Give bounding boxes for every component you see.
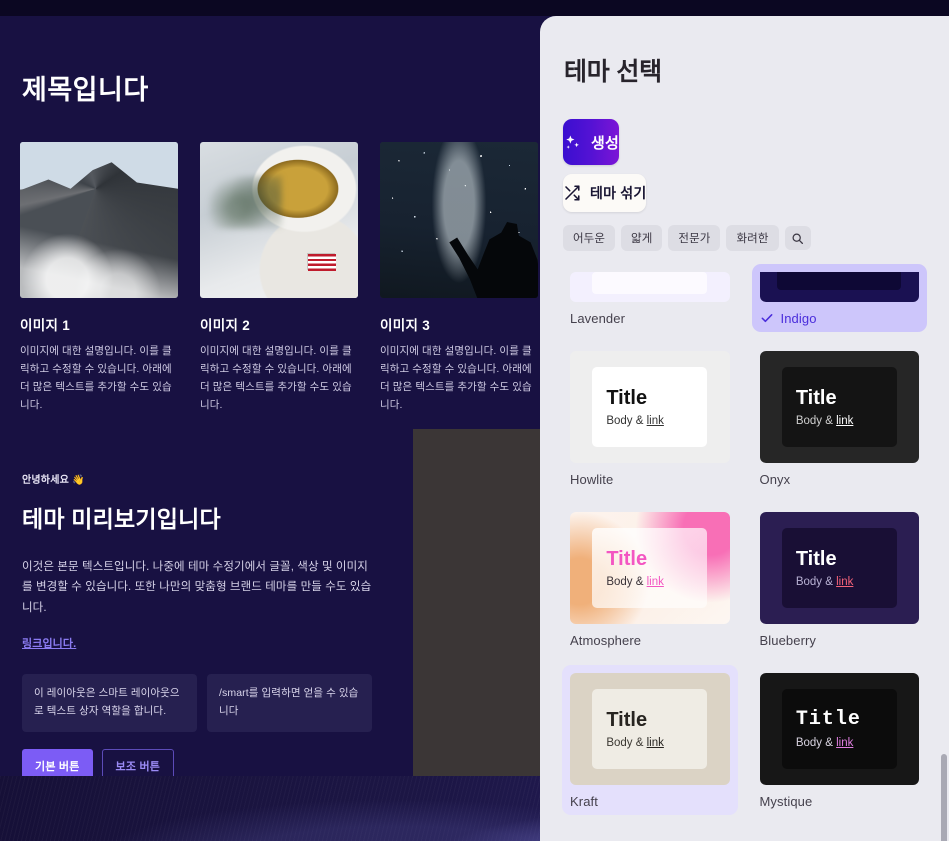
generate-button-label: 생성 <box>591 134 620 152</box>
swatch-link[interactable]: link <box>647 576 664 588</box>
swatch-title: Title <box>795 548 837 570</box>
smart-layout-box[interactable]: 이 레이아웃은 스마트 레이아웃으로 텍스트 상자 역할을 합니다. <box>22 674 197 732</box>
secondary-button[interactable]: 보조 버튼 <box>101 748 175 776</box>
theme-swatch: Title Body & link <box>570 351 730 463</box>
generate-button[interactable]: 생성 <box>563 119 620 165</box>
smart-layout-box[interactable]: /smart를 입력하면 얻을 수 있습니다 <box>207 674 372 732</box>
image-card-row: 이미지 1 이미지에 대한 설명입니다. 이를 클릭하고 수정할 수 있습니다.… <box>20 142 538 414</box>
preview-link[interactable]: 링크입니다. <box>22 635 76 651</box>
swatch-title: Title <box>795 708 861 731</box>
sparkles-icon <box>566 134 579 149</box>
theme-swatch: Title Body & link <box>570 673 730 785</box>
preview-button-row: 기본 버튼 보조 버튼 <box>22 748 372 776</box>
preview-body[interactable]: 이것은 본문 텍스트입니다. 나중에 테마 수정기에서 글꼴, 색상 및 이미지… <box>22 557 372 618</box>
shuffle-theme-button-label: 테마 섞기 <box>590 185 647 201</box>
theme-grid-scrollbar[interactable] <box>941 264 948 841</box>
preview-heading[interactable]: 테마 미리보기입니다 <box>22 500 372 534</box>
theme-card-onyx[interactable]: Title Body & link Onyx <box>752 343 928 493</box>
swatch-title: Title <box>795 387 837 409</box>
theme-swatch: Title Body & link <box>759 673 919 785</box>
theme-swatch: Title Body & link <box>570 512 730 624</box>
filter-chip-colorful[interactable]: 화려한 <box>726 225 779 251</box>
card-image[interactable] <box>20 142 178 298</box>
swatch-body: Body & <box>795 737 837 749</box>
theme-card-howlite[interactable]: Title Body & link Howlite <box>562 343 738 493</box>
theme-card-label: Onyx <box>759 471 791 487</box>
theme-card-label: Lavender <box>570 310 626 326</box>
theme-card-label: Mystique <box>759 793 813 809</box>
image-card[interactable]: 이미지 2 이미지에 대한 설명입니다. 이를 클릭하고 수정할 수 있습니다.… <box>200 142 358 414</box>
stargazer-photo <box>380 142 538 298</box>
card-body[interactable]: 이미지에 대한 설명입니다. 이를 클릭하고 수정할 수 있습니다. 아래에 더… <box>20 342 178 414</box>
shuffle-theme-button[interactable]: 테마 섞기 <box>563 174 647 212</box>
app-root: 제목입니다 이미지 1 이미지에 대한 설명입니다. 이를 클릭하고 수정할 수… <box>0 0 949 841</box>
mountain-photo <box>20 142 178 298</box>
theme-card-label-selected: Indigo <box>760 309 920 327</box>
swatch-link[interactable]: link <box>647 737 664 749</box>
theme-card-atmosphere[interactable]: Title Body & link Atmosphere <box>562 504 738 654</box>
image-card[interactable]: 이미지 3 이미지에 대한 설명입니다. 이를 클릭하고 수정할 수 있습니다.… <box>380 142 538 414</box>
swatch-title: Title <box>606 387 648 409</box>
card-heading[interactable]: 이미지 1 <box>20 314 178 334</box>
astronaut-photo <box>200 142 358 298</box>
card-heading[interactable]: 이미지 2 <box>200 314 358 334</box>
image-card[interactable]: 이미지 1 이미지에 대한 설명입니다. 이를 클릭하고 수정할 수 있습니다.… <box>20 142 178 414</box>
card-heading[interactable]: 이미지 3 <box>380 314 538 334</box>
theme-card-mystique[interactable]: Title Body & link Mystique <box>752 665 928 815</box>
theme-grid-scroll-area[interactable]: Lavender Indigo Title Body & link Howlit… <box>540 264 949 841</box>
theme-card-label: Atmosphere <box>570 632 642 648</box>
primary-button[interactable]: 기본 버튼 <box>22 748 93 776</box>
page-title[interactable]: 제목입니다 <box>22 68 149 107</box>
swatch-title: Title <box>606 548 648 570</box>
swatch-body: Body & <box>606 576 647 588</box>
smart-layout-row: 이 레이아웃은 스마트 레이아웃으로 텍스트 상자 역할을 합니다. /smar… <box>22 674 372 732</box>
swatch-link[interactable]: link <box>836 415 853 427</box>
shuffle-icon <box>565 185 580 201</box>
card-image[interactable] <box>200 142 358 298</box>
theme-card-label: Indigo <box>780 310 817 326</box>
theme-card-label: Kraft <box>570 793 598 809</box>
theme-card-lavender[interactable]: Lavender <box>562 264 738 332</box>
filter-chip-light[interactable]: 얇게 <box>621 225 663 251</box>
search-icon <box>792 232 804 244</box>
swatch-body: Body & <box>795 415 837 427</box>
theme-swatch: Title Body & link <box>759 512 919 624</box>
theme-card-indigo[interactable]: Indigo <box>751 264 927 332</box>
theme-card-kraft[interactable]: Title Body & link Kraft <box>562 665 738 815</box>
preview-eyebrow[interactable]: 안녕하세요 👋 <box>22 471 372 486</box>
theme-preview-text-column: 안녕하세요 👋 테마 미리보기입니다 이것은 본문 텍스트입니다. 나중에 테마… <box>22 471 372 776</box>
swatch-link[interactable]: link <box>647 415 664 427</box>
swatch-body: Body & <box>795 576 837 588</box>
swatch-body: Body & <box>606 737 647 749</box>
theme-swatch <box>759 272 919 302</box>
theme-picker-panel: 테마 선택 생성 테마 섞기 어두운 얇게 전문가 화려한 Lavender I… <box>540 16 949 841</box>
card-body[interactable]: 이미지에 대한 설명입니다. 이를 클릭하고 수정할 수 있습니다. 아래에 더… <box>200 342 358 414</box>
card-image[interactable] <box>380 142 538 298</box>
theme-card-label: Howlite <box>570 471 614 487</box>
scrollbar-thumb[interactable] <box>941 754 947 841</box>
theme-card-label: Blueberry <box>759 632 817 648</box>
swatch-title: Title <box>606 709 648 731</box>
panel-title: 테마 선택 <box>564 58 662 86</box>
check-icon <box>761 314 772 323</box>
filter-chip-row: 어두운 얇게 전문가 화려한 <box>563 225 949 251</box>
swatch-body: Body & <box>606 415 647 427</box>
swatch-link[interactable]: link <box>836 737 853 749</box>
theme-card-blueberry[interactable]: Title Body & link Blueberry <box>752 504 928 654</box>
swatch-link[interactable]: link <box>836 576 853 588</box>
window-top-strip <box>0 0 949 16</box>
theme-swatch <box>570 272 730 302</box>
card-body[interactable]: 이미지에 대한 설명입니다. 이를 클릭하고 수정할 수 있습니다. 아래에 더… <box>380 342 538 414</box>
filter-chip-professional[interactable]: 전문가 <box>668 225 721 251</box>
theme-grid: Lavender Indigo Title Body & link Howlit… <box>540 264 949 815</box>
theme-swatch: Title Body & link <box>759 351 919 463</box>
filter-chip-dark[interactable]: 어두운 <box>563 225 616 251</box>
theme-search-button[interactable] <box>784 226 811 250</box>
